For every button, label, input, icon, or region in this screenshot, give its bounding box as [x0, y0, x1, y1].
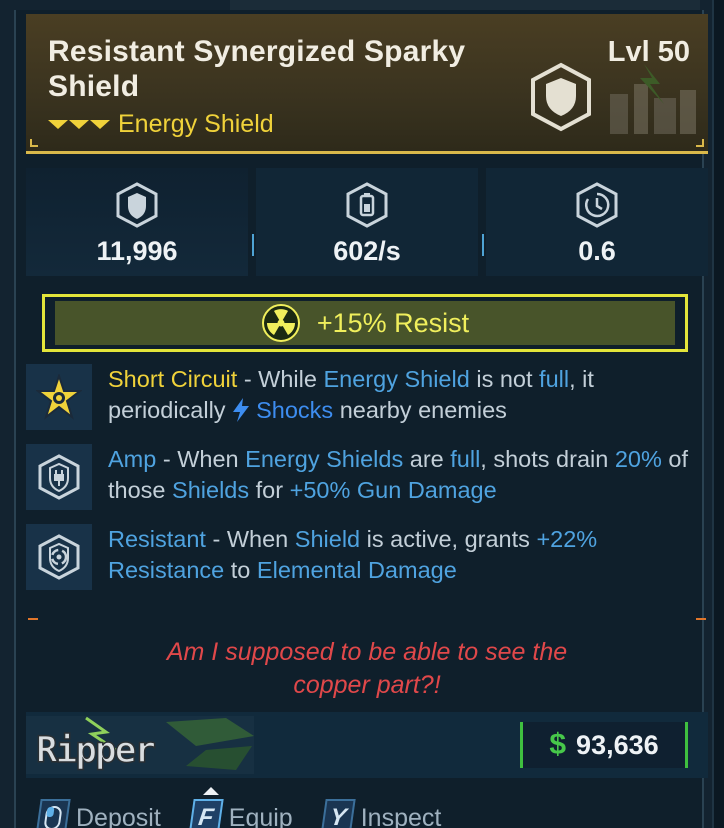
shield-plug-icon	[38, 454, 80, 500]
inspect-key: Y	[320, 799, 356, 828]
perk-amp: Amp - When Energy Shields are full, shot…	[26, 444, 708, 510]
perk-text-segment: for	[249, 477, 290, 503]
perk-keyword: Energy Shield	[323, 366, 470, 392]
perk-icon-box	[26, 444, 92, 510]
stat-divider	[482, 234, 484, 256]
deposit-label: Deposit	[76, 803, 161, 828]
perk-name: Amp	[108, 446, 157, 472]
perk-name: Resistant	[108, 526, 206, 552]
ripper-logo-icon: Ripper	[26, 716, 254, 774]
currency-icon: $	[549, 728, 567, 761]
perk-keyword: Shocks	[256, 397, 334, 423]
equip-key: F	[188, 799, 224, 828]
shield-swirl-icon	[38, 534, 80, 580]
flavor-separator	[28, 618, 706, 620]
perk-icon-box	[26, 524, 92, 590]
stat-divider	[252, 234, 254, 256]
perk-icon-box	[26, 364, 92, 430]
perk-keyword: +50% Gun Damage	[289, 477, 497, 503]
header-corner-left	[30, 139, 38, 147]
item-card: Resistant Synergized Sparky Shield Lvl 5…	[14, 10, 708, 828]
stats-row: 11,996 602/s 0.6	[26, 168, 708, 276]
item-title: Resistant Synergized Sparky Shield	[48, 35, 466, 103]
perk-text-segment: to	[224, 557, 257, 583]
stat-capacity: 11,996	[26, 168, 254, 276]
item-type: Energy Shield	[118, 110, 274, 138]
perk-keyword: Elemental Damage	[256, 557, 457, 583]
shield-capacity-icon	[116, 182, 158, 228]
perk-keyword: Shield	[294, 526, 361, 552]
manufacturer-emblem-icon	[610, 64, 696, 134]
inspect-label: Inspect	[360, 803, 442, 828]
selected-caret-icon	[202, 787, 219, 795]
right-panel-edge	[712, 0, 724, 828]
inspect-action[interactable]: Y Inspect	[320, 799, 442, 828]
radiation-icon	[261, 304, 300, 342]
perk-description: Amp - When Energy Shields are full, shot…	[108, 444, 708, 510]
perk-description: Short Circuit - While Energy Shield is n…	[108, 364, 708, 430]
price-box: $ 93,636	[520, 722, 688, 768]
perk-text-segment: nearby enemies	[333, 397, 507, 423]
price-value: 93,636	[576, 729, 659, 760]
shield-type-icon	[531, 62, 591, 132]
recharge-delay-icon	[576, 182, 618, 228]
perk-description: Resistant - When Shield is active, grant…	[108, 524, 597, 590]
perk-text-segment: , shots drain	[480, 446, 615, 472]
stat-capacity-value: 11,996	[96, 236, 178, 266]
perk-text-segment: - When	[156, 446, 246, 472]
rarity-row: Energy Shield	[48, 110, 274, 139]
perk-name: Short Circuit	[108, 366, 238, 392]
flavor-text-line-2: copper part?!	[293, 671, 441, 699]
stat-recharge-delay: 0.6	[486, 168, 708, 276]
stat-recharge-delay-value: 0.6	[578, 236, 616, 266]
equip-action[interactable]: F Equip	[188, 787, 293, 828]
perk-text-segment: is active, grants	[360, 526, 537, 552]
perk-text-segment: - While	[237, 366, 324, 392]
perk-keyword: Shields	[172, 477, 250, 503]
item-footer: Ripper $ 93,636	[26, 712, 708, 778]
perk-keyword: full	[450, 446, 481, 472]
element-bonus-bar: +15% Resist	[42, 294, 688, 352]
item-header: Resistant Synergized Sparky Shield Lvl 5…	[26, 14, 708, 154]
perk-text-segment: are	[403, 446, 451, 472]
manufacturer-logo-text: Ripper	[36, 730, 155, 771]
header-corner-right	[696, 139, 704, 147]
perk-short-circuit: Short Circuit - While Energy Shield is n…	[26, 364, 708, 430]
stat-recharge-rate-value: 602/s	[333, 236, 401, 266]
perk-keyword: Energy Shields	[245, 446, 404, 472]
perk-keyword: Resistance	[108, 557, 225, 583]
flavor-text-line-1: Am I supposed to be able to see the	[166, 638, 568, 666]
lightning-bolt-icon	[233, 398, 250, 422]
element-bonus-text: +15% Resist	[316, 307, 470, 338]
action-bar: Deposit F Equip Y Inspect	[35, 787, 708, 828]
perk-keyword: 20%	[614, 446, 662, 472]
perk-keyword: +22%	[536, 526, 598, 552]
element-bonus-inner: +15% Resist	[55, 301, 675, 345]
recharge-rate-icon	[346, 182, 388, 228]
stat-recharge-rate: 602/s	[256, 168, 484, 276]
star-burst-icon	[36, 374, 82, 420]
mouse-icon	[35, 799, 71, 828]
perk-text-segment: is not	[469, 366, 540, 392]
equip-label: Equip	[228, 803, 293, 828]
deposit-action[interactable]: Deposit	[35, 799, 161, 828]
flavor-text: Am I supposed to be able to see the copp…	[26, 636, 708, 702]
rarity-chevrons-icon	[48, 120, 110, 129]
perk-keyword: full	[539, 366, 570, 392]
perk-resistant: Resistant - When Shield is active, grant…	[26, 524, 708, 590]
perk-text-segment: - When	[205, 526, 295, 552]
